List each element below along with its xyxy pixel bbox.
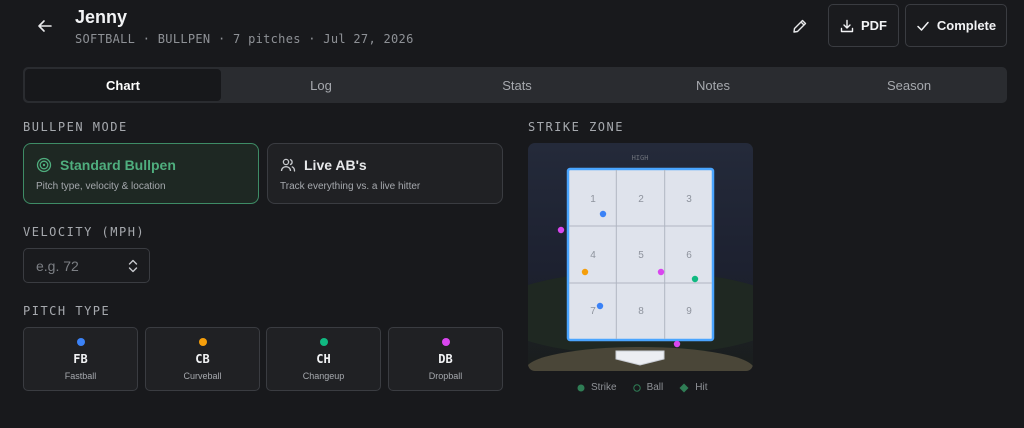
bullpen-mode-label: BULLPEN MODE xyxy=(23,120,128,134)
pitch-name: Curveball xyxy=(183,371,222,381)
zone-high-label: HIGH xyxy=(632,154,649,162)
zone-number: 4 xyxy=(590,250,596,261)
pitch-abbr: CB xyxy=(195,352,210,366)
zone-number: 6 xyxy=(686,250,692,261)
zone-number: 8 xyxy=(638,306,644,317)
tab-bar: Chart Log Stats Notes Season xyxy=(23,67,1007,103)
strike-zone-label: STRIKE ZONE xyxy=(528,120,624,134)
pitch-abbr: CH xyxy=(316,352,331,366)
tab-chart[interactable]: Chart xyxy=(25,69,221,101)
pitch-name: Fastball xyxy=(64,371,97,381)
tab-season[interactable]: Season xyxy=(811,67,1007,103)
complete-label: Complete xyxy=(936,18,997,33)
zone-number: 3 xyxy=(686,194,692,205)
legend-item-ball: Ball xyxy=(632,382,664,393)
pitch-color-dot xyxy=(442,338,450,346)
download-icon xyxy=(840,19,854,32)
hit-diamond-icon xyxy=(679,383,689,392)
legend-item-strike: Strike xyxy=(577,382,617,393)
velocity-label: VELOCITY (MPH) xyxy=(23,225,146,239)
pitch-color-dot xyxy=(199,338,207,346)
mode-title: Standard Bullpen xyxy=(60,157,176,173)
pdf-label: PDF xyxy=(861,18,887,33)
stepper-icon[interactable] xyxy=(127,258,139,274)
zone-number: 2 xyxy=(638,194,644,205)
pitch-option-fastball[interactable]: FB Fastball xyxy=(23,327,138,391)
pencil-icon xyxy=(793,19,807,33)
target-icon xyxy=(36,157,52,173)
legend-item-hit: Hit xyxy=(679,382,707,393)
pitch-color-dot xyxy=(320,338,328,346)
pitch-option-curveball[interactable]: CB Curveball xyxy=(145,327,260,391)
page-subtitle: SOFTBALL · BULLPEN · 7 pitches · Jul 27,… xyxy=(75,32,414,46)
pitch-marker[interactable] xyxy=(657,268,665,276)
pitch-marker[interactable] xyxy=(599,210,607,218)
page-title: Jenny xyxy=(75,7,128,27)
zone-legend: Strike Ball Hit xyxy=(577,382,707,393)
strike-zone-svg[interactable]: HIGH 1 2 3 4 5 6 7 8 9 xyxy=(528,143,753,371)
pitch-option-changeup[interactable]: CH Changeup xyxy=(266,327,381,391)
back-button[interactable] xyxy=(33,14,57,38)
legend-label: Hit xyxy=(695,382,708,393)
mode-description: Track everything vs. a live hitter xyxy=(280,181,421,192)
pdf-button[interactable]: PDF xyxy=(828,4,899,47)
legend-label: Ball xyxy=(646,382,664,393)
pitch-marker[interactable] xyxy=(557,226,565,234)
complete-button[interactable]: Complete xyxy=(905,4,1007,47)
edit-button[interactable] xyxy=(786,13,814,39)
mode-title: Live AB's xyxy=(304,157,367,173)
pitch-name: Changeup xyxy=(302,371,345,381)
strike-zone-panel[interactable]: HIGH 1 2 3 4 5 6 7 8 9 xyxy=(528,143,753,371)
zone-number: 1 xyxy=(590,194,596,205)
strike-dot-icon xyxy=(577,384,585,391)
mode-description: Pitch type, velocity & location xyxy=(36,181,166,192)
pitch-marker[interactable] xyxy=(673,340,681,348)
pitch-marker[interactable] xyxy=(581,268,589,276)
users-icon xyxy=(280,158,296,172)
pitch-name: Dropball xyxy=(428,371,463,381)
mode-live-abs[interactable]: Live AB's Track everything vs. a live hi… xyxy=(267,143,503,204)
pitch-type-label: PITCH TYPE xyxy=(23,304,111,318)
tab-stats[interactable]: Stats xyxy=(419,67,615,103)
arrow-left-icon xyxy=(38,20,52,32)
zone-number: 9 xyxy=(686,306,692,317)
zone-number: 7 xyxy=(590,306,596,317)
pitch-marker[interactable] xyxy=(691,275,699,283)
pitch-marker[interactable] xyxy=(596,302,604,310)
mode-standard-bullpen[interactable]: Standard Bullpen Pitch type, velocity & … xyxy=(23,143,259,204)
velocity-field xyxy=(23,248,150,283)
legend-label: Strike xyxy=(591,382,617,393)
pitch-option-dropball[interactable]: DB Dropball xyxy=(388,327,503,391)
zone-number: 5 xyxy=(638,250,644,261)
tab-notes[interactable]: Notes xyxy=(615,67,811,103)
pitch-color-dot xyxy=(77,338,85,346)
pitch-abbr: FB xyxy=(73,352,88,366)
ball-circle-icon xyxy=(632,383,641,392)
tab-log[interactable]: Log xyxy=(223,67,419,103)
pitch-abbr: DB xyxy=(438,352,453,366)
check-icon xyxy=(917,21,929,31)
